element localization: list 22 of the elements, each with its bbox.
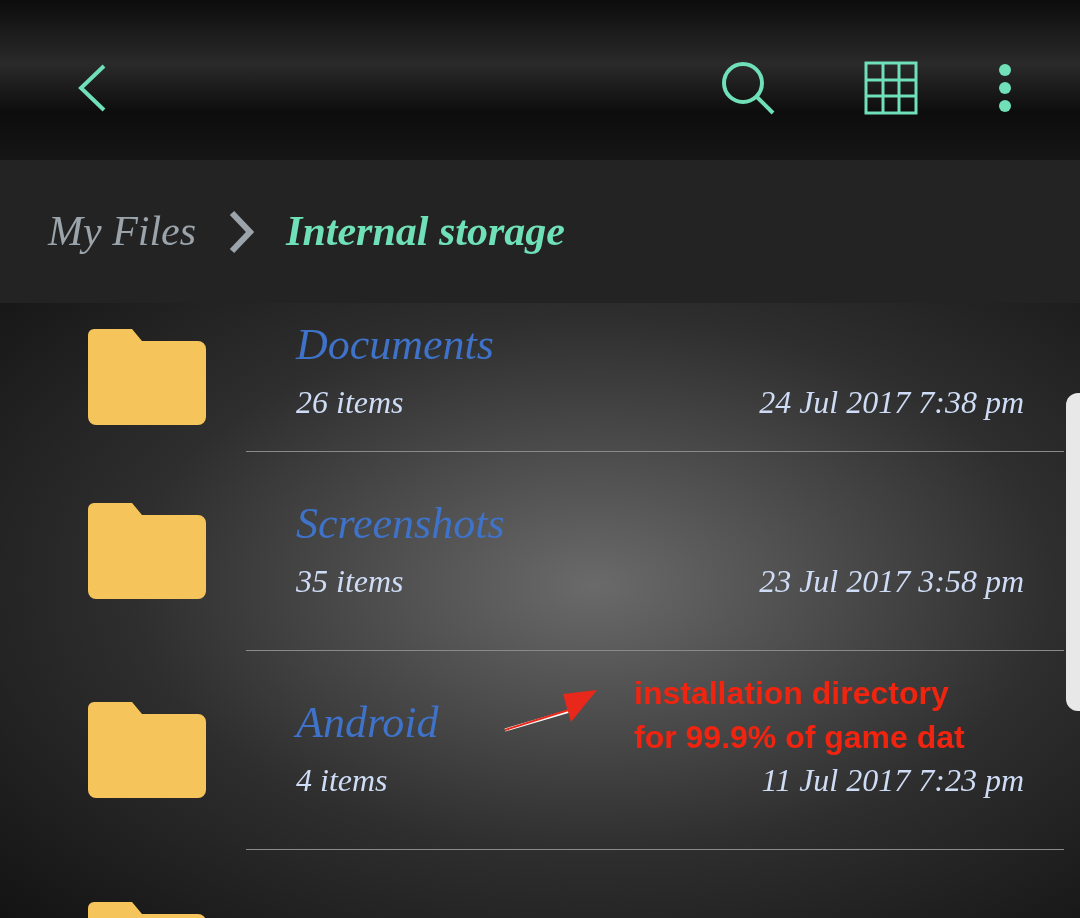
folder-row[interactable]: Screenshots 35 items 23 Jul 2017 3:58 pm [246, 452, 1064, 651]
item-count: 35 items [296, 562, 404, 601]
chevron-icon [228, 209, 255, 254]
folder-name: Screenshots [296, 498, 505, 550]
item-count: 26 items [296, 383, 404, 422]
breadcrumb-item[interactable]: My Files [48, 200, 197, 263]
folder-icon [88, 503, 206, 599]
modified-date: 24 Jul 2017 7:38 pm [759, 383, 1024, 422]
more-icon[interactable] [998, 63, 1012, 113]
folder-row[interactable]: Documents 26 items 24 Jul 2017 7:38 pm [246, 303, 1064, 452]
folder-icon [88, 702, 206, 798]
back-icon[interactable] [76, 63, 108, 113]
grid-view-icon[interactable] [864, 61, 918, 115]
annotation-text: installation directory [634, 674, 950, 713]
annotation-text: for 99.9% of game dat [634, 718, 965, 757]
folder-icon [88, 329, 206, 425]
item-count: 4 items [296, 761, 388, 800]
modified-date: 23 Jul 2017 3:58 pm [759, 562, 1024, 601]
modified-date: 11 Jul 2017 7:23 pm [761, 761, 1024, 800]
folder-name: Documents [296, 319, 494, 371]
search-icon[interactable] [720, 60, 776, 116]
breadcrumb-item[interactable]: Internal storage [286, 200, 565, 263]
